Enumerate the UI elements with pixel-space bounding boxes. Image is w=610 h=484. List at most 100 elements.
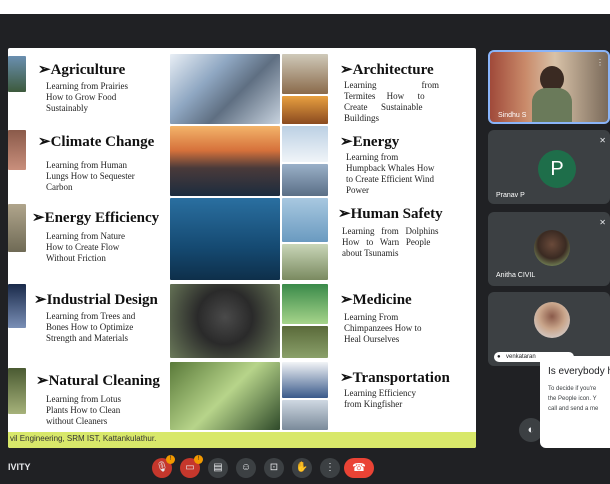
alert-badge-icon: ! (194, 455, 203, 464)
mic-off-icon: ✕ (599, 218, 606, 227)
text-line: Learning from Prairies (46, 81, 128, 91)
participant-tile-anitha[interactable]: Anitha CIVIL ✕ (488, 212, 610, 286)
photo-bullet-train (282, 362, 328, 398)
raise-hand-icon: ✋ (295, 462, 309, 473)
text-line: Termites How to (344, 91, 425, 101)
popup-title: Is everybody h (548, 366, 610, 377)
info-popup: Is everybody h To decide if you're the P… (540, 356, 610, 448)
photo-medicine-plant (282, 326, 328, 358)
section-text-climate: Learning from Human Lungs How to Sequest… (46, 160, 135, 193)
pin-icon: ● (497, 354, 501, 360)
section-text-medicine: Learning From Chimpanzees How to Heal Ou… (344, 312, 421, 345)
more-vert-icon: ⋮ (325, 462, 335, 473)
text-line: Learning from Human (46, 160, 127, 170)
section-heading-medicine: ➢Medicine (340, 292, 412, 308)
slide-footer: vil Engineering, SRM IST, Kattankulathur… (8, 432, 476, 448)
photo-lungs-edge (8, 130, 26, 170)
text-line: How to Grow Food (46, 92, 117, 102)
text-line: Learning from Trees and (46, 311, 136, 321)
text-line: Strength and Materials (46, 333, 128, 343)
photo-chimpanzee (170, 284, 280, 358)
text-line: Lungs How to Sequester (46, 171, 135, 181)
text-line: about Tsunamis (342, 248, 399, 258)
photo-skyscrapers (170, 54, 280, 124)
photo-medicine-leaves (282, 284, 328, 324)
section-heading-natural-cleaning: ➢Natural Cleaning (36, 373, 160, 389)
section-heading-human-safety: ➢Human Safety (338, 206, 443, 222)
text-line: Learning from (346, 152, 399, 162)
participant-name: Anitha CIVIL (496, 272, 536, 279)
emoji-button[interactable]: ☺ (236, 458, 256, 478)
text-line: Learning Efficiency (344, 388, 417, 398)
popup-line: the People icon. Y (548, 396, 597, 402)
photo-bones-edge (8, 284, 26, 328)
participant-name: Pranav P (496, 192, 525, 199)
captions-icon: ▤ (213, 462, 223, 473)
presentation-slide: ➢Agriculture Learning from Prairies How … (8, 48, 476, 448)
text-line: Learning from Dolphins (342, 226, 439, 236)
section-heading-agriculture: ➢Agriculture (38, 62, 126, 78)
camera-off-icon: ▭ (185, 462, 195, 473)
photo-whale-sunset (170, 126, 280, 196)
avatar (534, 302, 570, 338)
meeting-title: IVITY (8, 462, 31, 472)
section-heading-energy: ➢Energy (340, 134, 400, 150)
end-call-button[interactable]: ☎ (344, 458, 374, 478)
alert-badge-icon: ! (166, 455, 175, 464)
camera-button[interactable]: ▭ ! (180, 455, 203, 478)
mic-off-icon: 🎙 (155, 462, 169, 473)
text-line: Heal Ourselves (344, 334, 400, 344)
end-call-icon: ☎ (352, 462, 366, 474)
avatar: P (538, 150, 576, 188)
present-button[interactable]: ⊡ (264, 458, 284, 478)
participant-tile-venkataraman[interactable]: ● venkataran (488, 292, 610, 366)
text-line: Sustainably (46, 103, 88, 113)
section-heading-energy-efficiency: ➢Energy Efficiency (32, 210, 160, 226)
text-line: to Create Efficient Wind (346, 174, 435, 184)
text-line: How to Warn People (342, 237, 431, 247)
photo-turbine-blades (282, 164, 328, 196)
section-heading-industrial-design: ➢Industrial Design (34, 292, 158, 308)
text-line: Bones How to Optimize (46, 322, 134, 332)
mic-button[interactable]: 🎙 ! (152, 455, 175, 478)
top-strip (0, 0, 610, 14)
text-line: Learning from Nature (46, 231, 125, 241)
photo-tsunami-warning (282, 244, 328, 280)
text-line: Chimpanzees How to (344, 323, 422, 333)
section-text-natural-cleaning: Learning from Lotus Plants How to Clean … (46, 394, 121, 427)
person-body-shape (532, 88, 572, 122)
photo-wind-turbine (282, 126, 328, 162)
section-text-energy: Learning from Humpback Whales How to Cre… (346, 152, 434, 196)
present-icon: ⊡ (269, 462, 279, 473)
popup-line: To decide if you're (548, 386, 597, 392)
photo-kingfisher (170, 362, 280, 430)
text-line: from Kingfisher (344, 399, 403, 409)
more-options-button[interactable]: ⋮ (320, 458, 340, 478)
photo-lotus-edge (8, 368, 26, 414)
slide-footer-text: vil Engineering, SRM IST, Kattankulathur… (10, 434, 157, 443)
text-line: Power (346, 185, 369, 195)
participant-tile-pranav[interactable]: P Pranav P ✕ (488, 130, 610, 204)
participant-tile-sindhu[interactable]: Sindhu S ⋮ (488, 50, 610, 124)
text-line: Buildings (344, 113, 380, 123)
text-line: Learning from (344, 80, 439, 90)
photo-dolphin-small (282, 198, 328, 242)
popup-body: To decide if you're the People icon. Y c… (548, 384, 610, 414)
audio-indicator-icon: ⋮ (596, 58, 604, 67)
avatar (534, 230, 570, 266)
text-line: without Cleaners (46, 416, 108, 426)
photo-face-edge (8, 204, 26, 252)
participant-name: Sindhu S (498, 112, 527, 119)
text-line: Humpback Whales How (346, 163, 435, 173)
text-line: Create Sustainable (344, 102, 423, 112)
text-line: Learning from Lotus (46, 394, 121, 404)
emoji-icon: ☺ (240, 462, 252, 473)
raise-hand-button[interactable]: ✋ (292, 458, 312, 478)
captions-button[interactable]: ▤ (208, 458, 228, 478)
section-text-architecture: Learning from Termites How to Create Sus… (344, 80, 448, 124)
section-text-human-safety: Learning from Dolphins How to Warn Peopl… (342, 226, 438, 259)
photo-prairie-edge (8, 56, 26, 92)
section-text-transportation: Learning Efficiency from Kingfisher (344, 388, 416, 410)
popup-line: call and send a me (548, 406, 599, 412)
photo-building (282, 96, 328, 124)
